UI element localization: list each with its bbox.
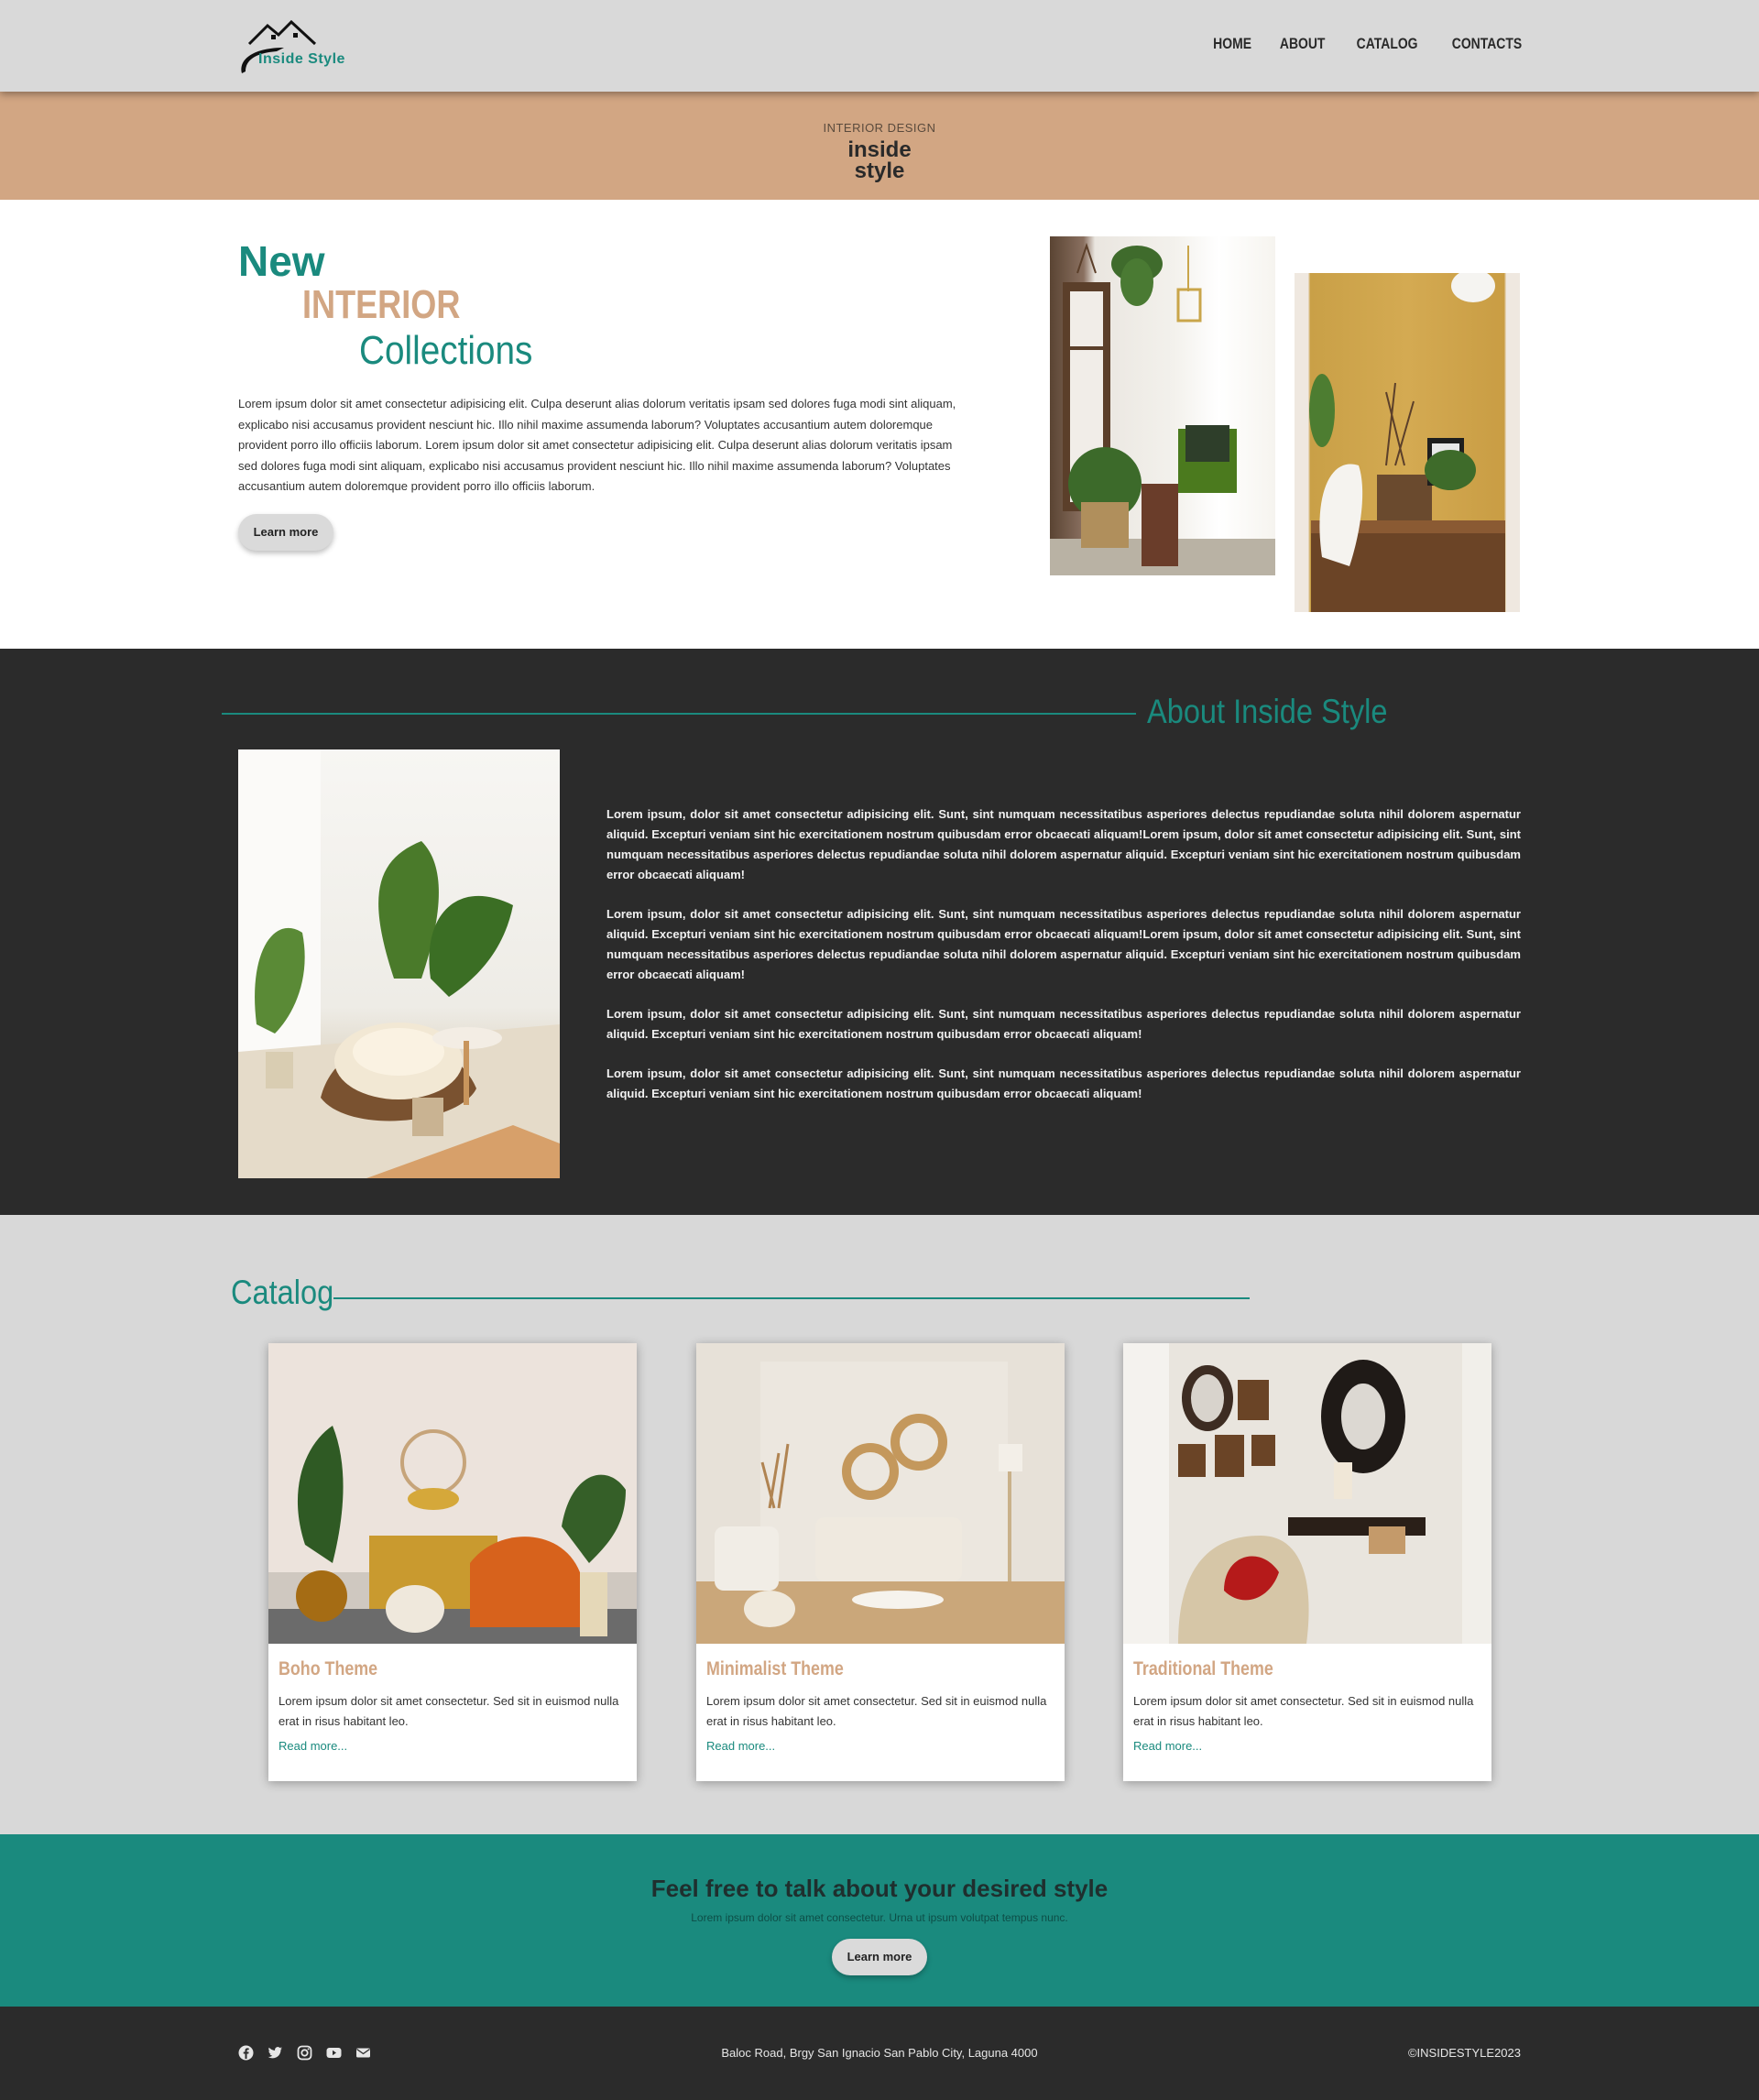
banner-title: inside style [0, 137, 1759, 183]
about-photo-papasan-chair [238, 749, 560, 1178]
read-more-link[interactable]: Read more... [279, 1739, 347, 1753]
banner-title-line2: style [854, 159, 905, 183]
about-paragraph: Lorem ipsum, dolor sit amet consectetur … [606, 1066, 1521, 1100]
card-title: Minimalist Theme [706, 1658, 844, 1679]
read-more-link[interactable]: Read more... [706, 1739, 775, 1753]
catalog-title: Catalog [231, 1274, 334, 1311]
footer-copyright: ©INSIDESTYLE2023 [1407, 2046, 1521, 2060]
nav-link-about[interactable]: ABOUT [1280, 35, 1326, 53]
nav-link-contacts[interactable]: CONTACTS [1452, 35, 1522, 53]
traditional-theme-photo [1123, 1343, 1491, 1644]
card-text: Lorem ipsum dolor sit amet consectetur. … [279, 1694, 619, 1728]
logo-text: Inside Style [258, 51, 345, 67]
card-title: Traditional Theme [1133, 1658, 1273, 1679]
learn-more-button[interactable]: Learn more [238, 514, 333, 551]
minimalist-theme-photo [696, 1343, 1065, 1644]
about-paragraph: Lorem ipsum, dolor sit amet consectetur … [606, 807, 1521, 881]
top-navigation: Inside Style HOME ABOUT CATALOG CONTACTS [0, 0, 1759, 92]
about-paragraph: Lorem ipsum, dolor sit amet consectetur … [606, 907, 1521, 981]
collections-section: New INTERIOR Collections Lorem ipsum dol… [0, 200, 1759, 649]
nav-links: HOME ABOUT CATALOG CONTACTS [1205, 35, 1522, 53]
catalog-section: Catalog Boho Theme Lorem ipsum dolor sit… [0, 1215, 1759, 1834]
nav-link-catalog[interactable]: CATALOG [1357, 35, 1418, 53]
card-title: Boho Theme [279, 1658, 378, 1679]
contact-cta-section: Feel free to talk about your desired sty… [0, 1834, 1759, 2007]
catalog-card-traditional[interactable]: Traditional Theme Lorem ipsum dolor sit … [1123, 1343, 1491, 1781]
heading-interior: INTERIOR [302, 282, 461, 327]
banner-kicker: INTERIOR DESIGN [823, 121, 936, 135]
card-text: Lorem ipsum dolor sit amet consectetur. … [706, 1694, 1047, 1728]
cta-subtitle: Lorem ipsum dolor sit amet consectetur. … [691, 1911, 1068, 1924]
interior-photo-yellow-wall [1295, 273, 1520, 612]
cta-title: Feel free to talk about your desired sty… [650, 1875, 1109, 1902]
read-more-link[interactable]: Read more... [1133, 1739, 1202, 1753]
banner-title-line1: inside [847, 137, 912, 162]
boho-theme-photo [268, 1343, 637, 1644]
heading-collections: Collections [359, 328, 533, 373]
catalog-divider [333, 1297, 1250, 1299]
hero-banner: INTERIOR DESIGN inside style [0, 92, 1759, 200]
about-title: About Inside Style [1147, 693, 1388, 730]
about-section: About Inside Style Lorem ipsum, dolor si… [0, 649, 1759, 1215]
interior-photo-mirror-plants [1050, 236, 1275, 575]
site-logo[interactable]: Inside Style [236, 13, 350, 75]
heading-new: New [238, 237, 325, 285]
about-text: Lorem ipsum, dolor sit amet consectetur … [606, 804, 1521, 1123]
about-paragraph: Lorem ipsum, dolor sit amet consectetur … [606, 1007, 1521, 1041]
catalog-card-boho[interactable]: Boho Theme Lorem ipsum dolor sit amet co… [268, 1343, 637, 1781]
site-footer: Baloc Road, Brgy San Ignacio San Pablo C… [0, 2007, 1759, 2100]
hero-description: Lorem ipsum dolor sit amet consectetur a… [238, 397, 956, 493]
cta-learn-more-button[interactable]: Learn more [832, 1939, 927, 1975]
card-text: Lorem ipsum dolor sit amet consectetur. … [1133, 1694, 1474, 1728]
nav-link-home[interactable]: HOME [1213, 35, 1251, 53]
about-divider [222, 713, 1136, 715]
catalog-card-minimalist[interactable]: Minimalist Theme Lorem ipsum dolor sit a… [696, 1343, 1065, 1781]
